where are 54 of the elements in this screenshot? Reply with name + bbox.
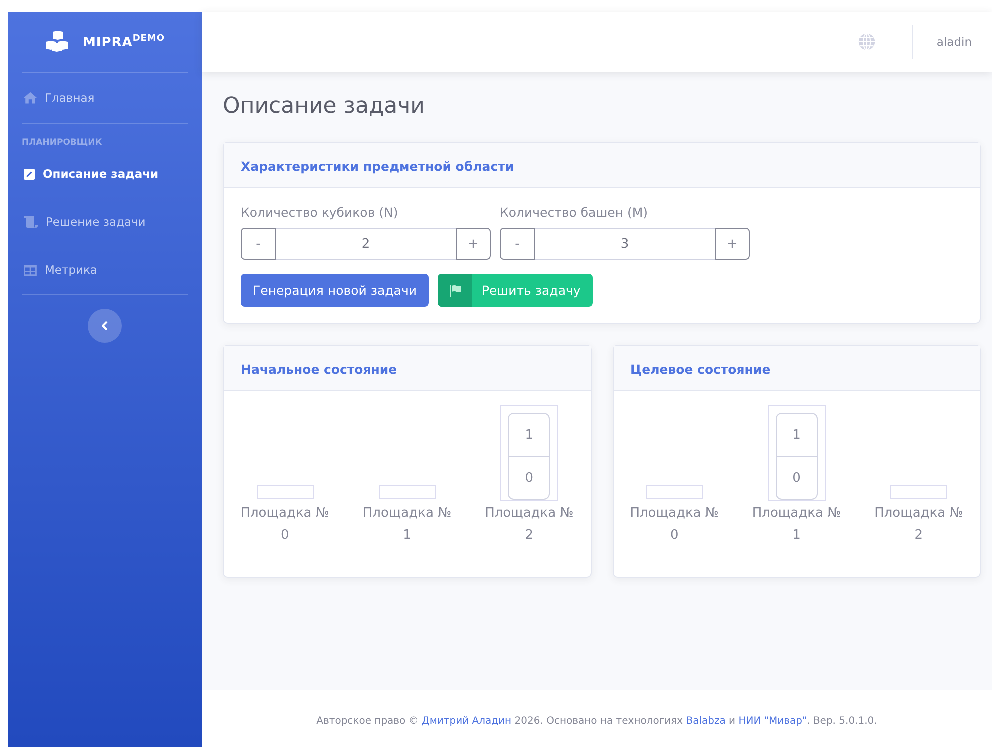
platform-label: Площадка №: [362, 505, 452, 523]
field-label: Количество кубиков (N): [241, 205, 400, 220]
page-title: Описание задачи: [223, 93, 426, 121]
cubes-logo-icon: [44, 31, 71, 53]
field-label: Количество башен (M): [500, 205, 650, 220]
solve-task-button[interactable]: Решить задачу: [438, 274, 593, 307]
decrement-button[interactable]: -: [241, 228, 276, 260]
footer-link[interactable]: Balabza: [686, 716, 726, 727]
scroll-icon: [24, 216, 38, 228]
brand-name: MIPRA$^{DEMO}$: [82, 34, 166, 50]
platform-number: 2: [914, 527, 924, 545]
platform-label: Площадка №: [485, 505, 574, 523]
collapse-sidebar-button[interactable]: [88, 309, 122, 343]
card-title: Начальное состояние: [241, 362, 398, 377]
cube: 1: [524, 426, 535, 444]
card-title: Целевое состояние: [630, 362, 771, 377]
number-field[interactable]: 2: [276, 228, 456, 260]
table-icon: [24, 264, 37, 276]
cube: 1: [792, 426, 802, 444]
globe-icon[interactable]: [858, 33, 876, 51]
platform-number: 0: [670, 527, 679, 545]
sidebar-heading: ПЛАНИРОВЩИК: [22, 137, 104, 150]
card-title: Характеристики предметной области: [241, 159, 514, 174]
platform-number: 1: [403, 527, 412, 545]
platform-number: 1: [792, 527, 801, 545]
sidebar-item[interactable]: Описание задачи: [22, 150, 188, 198]
home-icon: [24, 92, 37, 104]
platform-number: 0: [280, 527, 290, 545]
decrement-button[interactable]: -: [500, 228, 535, 260]
platform-label: Площадка №: [630, 505, 719, 523]
footer-link[interactable]: Дмитрий Аладин: [422, 716, 512, 727]
flag-icon: [448, 284, 461, 296]
sidebar-item[interactable]: Главная: [22, 73, 188, 123]
number-field[interactable]: 3: [535, 228, 715, 260]
platform-number: 2: [525, 527, 534, 545]
footer-link[interactable]: НИИ "Мивар": [738, 716, 808, 727]
generate-task-button[interactable]: Генерация новой задачи: [241, 274, 429, 307]
chevron-left-icon: [102, 321, 108, 331]
cube: 0: [776, 456, 817, 499]
platform-label: Площадка №: [752, 505, 842, 523]
platform-base: [646, 485, 704, 499]
cube: 0: [509, 456, 550, 499]
sidebar-item[interactable]: Метрика: [22, 246, 188, 294]
user-name-link[interactable]: aladin: [936, 35, 972, 49]
platform-label: Площадка №: [874, 505, 964, 523]
platform-base: [256, 485, 314, 499]
increment-button[interactable]: +: [715, 228, 750, 260]
sidebar-item[interactable]: Решение задачи: [22, 198, 188, 246]
platform-base: [890, 485, 948, 499]
increment-button[interactable]: +: [456, 228, 491, 260]
copyright-text: Авторское право © Дмитрий Аладин 2026. Основано на технологиях Balabza и НИИ "Мивар". Вер. 5.0.1.0.: [316, 715, 878, 727]
platform-base: [378, 485, 436, 499]
edit-icon: [24, 168, 35, 180]
platform-label: Площадка №: [240, 505, 330, 523]
